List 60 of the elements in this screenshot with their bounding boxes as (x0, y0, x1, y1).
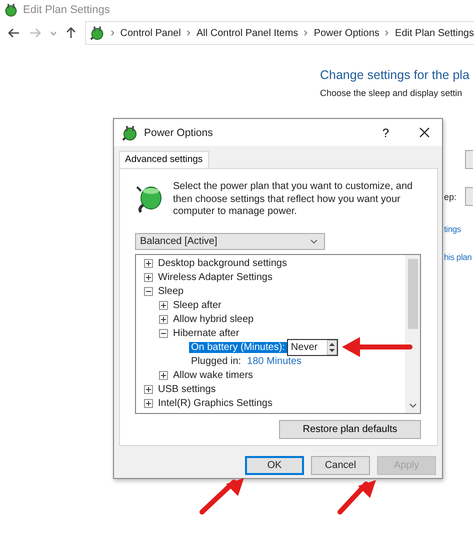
expand-icon[interactable] (144, 259, 153, 268)
chevron-down-icon (310, 238, 318, 244)
setting-label[interactable]: Plugged in: (189, 356, 244, 367)
chevron-right-icon (110, 30, 114, 36)
tree-item[interactable]: Hibernate after (173, 328, 240, 339)
back-arrow-icon[interactable] (8, 28, 20, 38)
collapse-icon[interactable] (144, 287, 153, 296)
restore-defaults-button[interactable]: Restore plan defaults (279, 420, 421, 438)
arrow-drawing (342, 337, 412, 357)
dialog-title: Power Options (144, 126, 214, 138)
expand-icon[interactable] (159, 371, 168, 380)
help-button[interactable]: ? (382, 126, 389, 140)
close-icon[interactable] (419, 127, 430, 138)
expand-icon[interactable] (144, 273, 153, 282)
tree-item[interactable]: Sleep (158, 286, 184, 297)
plan-dropdown[interactable]: Balanced [Active] (135, 232, 325, 250)
address-bar[interactable]: Control Panel All Control Panel Items Power Options Edit Plan Settings (85, 21, 474, 45)
up-arrow-icon[interactable] (66, 27, 76, 39)
settings-tree[interactable] (135, 254, 421, 414)
scrollbar[interactable] (405, 254, 420, 412)
chevron-down-icon[interactable] (408, 402, 416, 408)
collapse-icon[interactable] (159, 329, 168, 338)
power-plug-icon (90, 25, 105, 41)
setting-label: ep: (444, 192, 457, 202)
breadcrumb-item[interactable]: All Control Panel Items (196, 28, 298, 38)
spinner-arrows-icon[interactable] (326, 340, 337, 355)
spinner-field[interactable]: Never (286, 339, 338, 356)
tree-item[interactable]: Allow hybrid sleep (173, 314, 254, 325)
chevron-right-icon (304, 30, 308, 36)
expand-icon[interactable] (159, 301, 168, 310)
expand-icon[interactable] (159, 315, 168, 324)
dialog-button[interactable]: Cancel (311, 456, 370, 475)
breadcrumb-item[interactable]: Edit Plan Settings (395, 28, 474, 38)
tree-item[interactable]: Allow wake timers (173, 370, 254, 381)
tree-item[interactable]: USB settings (158, 384, 216, 395)
breadcrumb-item[interactable]: Control Panel (120, 28, 181, 38)
tree-item[interactable]: Sleep after (173, 300, 222, 311)
chevron-right-icon (186, 30, 190, 36)
tab[interactable]: Advanced settings (119, 151, 209, 168)
breadcrumb-item[interactable]: Power Options (314, 28, 380, 38)
power-plug-icon (4, 3, 18, 17)
chevron-down-icon[interactable] (50, 30, 57, 36)
tree-item[interactable]: Wireless Adapter Settings (158, 272, 272, 283)
link[interactable]: his plan (444, 252, 472, 262)
arrow-drawing (200, 478, 244, 514)
chevron-right-icon (385, 30, 390, 36)
window-title: Edit Plan Settings (23, 4, 110, 16)
dialog-button[interactable]: OK (245, 456, 304, 475)
arrow-drawing (338, 480, 376, 514)
setting-label[interactable]: On battery (Minutes): (189, 342, 287, 353)
instruction-text: Select the power plan that you want to customize, and then choose settings that reflect how you want your computer to manage power. (173, 181, 414, 218)
tree-item[interactable]: Intel(R) Graphics Settings (158, 398, 272, 409)
setting-value-link[interactable]: 180 Minutes (247, 356, 302, 367)
link[interactable]: tings (444, 224, 461, 234)
power-plug-icon (122, 124, 138, 140)
expand-icon[interactable] (144, 385, 153, 394)
page-heading: Change settings for the pla (320, 68, 470, 82)
page-subheading: Choose the sleep and display settin (320, 88, 464, 98)
tree-item[interactable]: Desktop background settings (158, 258, 287, 269)
expand-icon[interactable] (144, 399, 153, 408)
